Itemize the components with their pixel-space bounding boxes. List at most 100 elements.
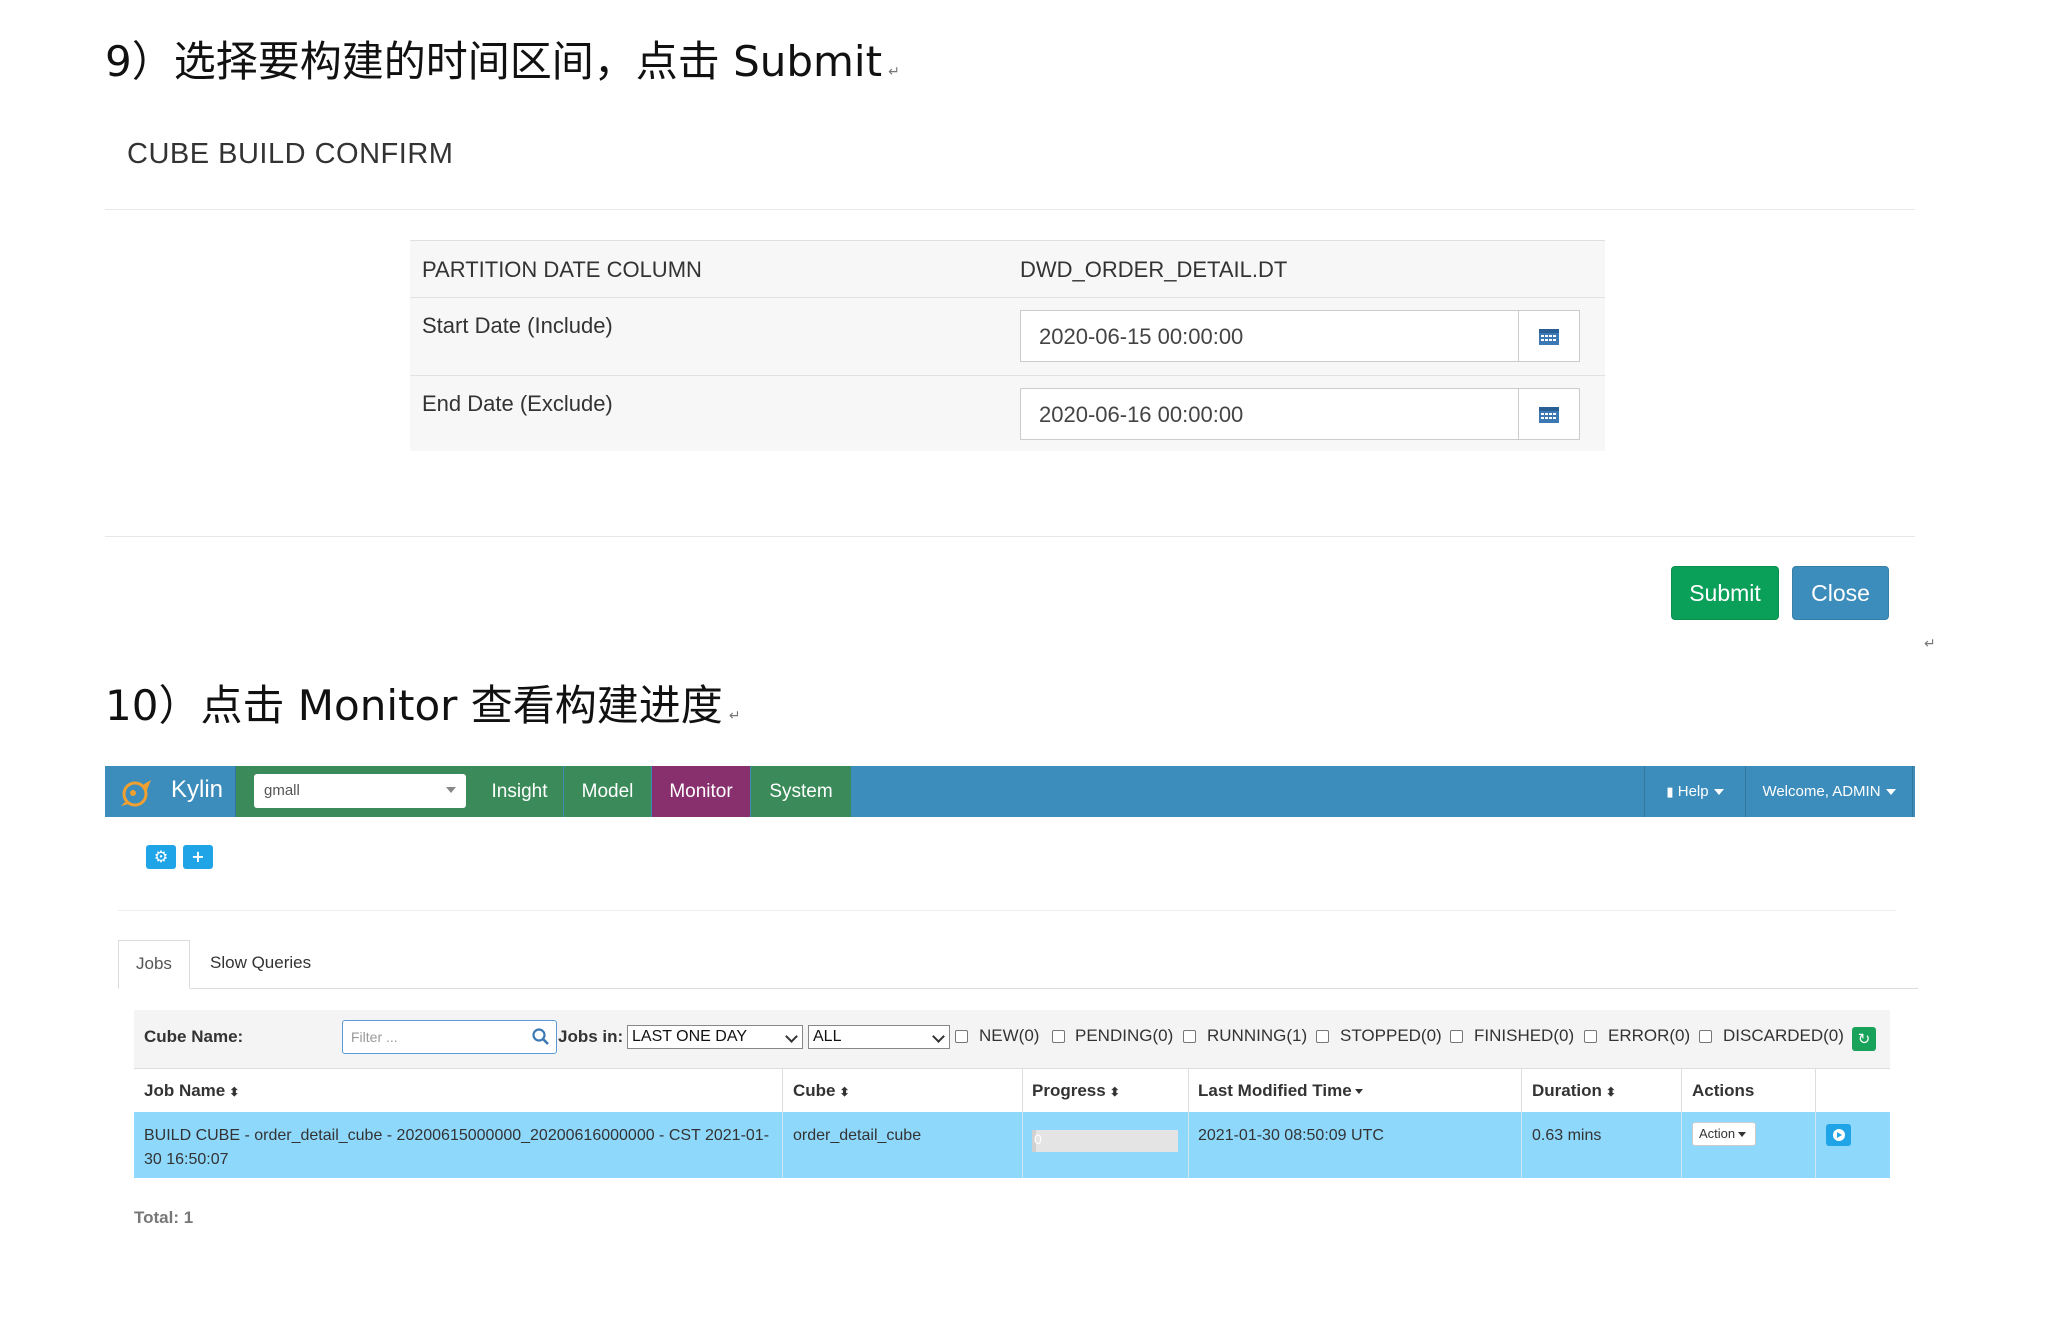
checkbox-finished-label: FINISHED(0) — [1474, 1026, 1575, 1045]
checkbox-running-label: RUNNING(1) — [1207, 1026, 1308, 1045]
column-divider — [1815, 1069, 1816, 1113]
modal-footer-divider — [105, 536, 1915, 537]
header-last-modified-label: Last Modified Time — [1198, 1081, 1352, 1100]
plus-icon: + — [191, 847, 205, 866]
header-job-name[interactable]: Job Name ⬍ — [144, 1081, 239, 1101]
nav-model[interactable]: Model — [564, 766, 651, 817]
step10-heading: 10）点击 Monitor 查看构建进度 ↵ — [105, 672, 741, 733]
row-divider — [410, 297, 1605, 298]
start-date-input[interactable]: 2020-06-15 00:00:00 — [1020, 310, 1580, 362]
chevron-down-icon — [785, 1030, 798, 1043]
nav-insight[interactable]: Insight — [476, 766, 563, 817]
checkbox-new-label: NEW(0) — [979, 1026, 1040, 1045]
partition-value: DWD_ORDER_DETAIL.DT — [1020, 257, 1288, 282]
kylin-logo-icon — [121, 780, 151, 807]
caret-down-icon — [1738, 1132, 1747, 1138]
project-value: gmall — [264, 782, 300, 799]
row-divider — [410, 375, 1605, 376]
sort-icon: ⬍ — [1605, 1085, 1616, 1099]
cube-filter-input[interactable]: Filter ... — [342, 1020, 557, 1054]
checkbox-new[interactable] — [955, 1030, 968, 1043]
status-value: ALL — [813, 1028, 842, 1045]
modal-title: CUBE BUILD CONFIRM — [127, 138, 454, 170]
header-actions: Actions — [1692, 1081, 1755, 1100]
header-cube-label: Cube — [793, 1081, 836, 1100]
checkbox-finished[interactable] — [1450, 1030, 1463, 1043]
last-modified-cell: 2021-01-30 08:50:09 UTC — [1198, 1127, 1384, 1144]
action-dropdown-button[interactable]: Action — [1692, 1122, 1756, 1146]
time-range-select[interactable]: LAST ONE DAY — [627, 1025, 803, 1049]
column-divider — [1188, 1112, 1189, 1178]
jobs-in-label: Jobs in: — [558, 1027, 624, 1046]
submit-button[interactable]: Submit — [1671, 566, 1779, 620]
tabs-baseline — [118, 988, 1918, 989]
checkbox-running[interactable] — [1183, 1030, 1196, 1043]
sort-desc-icon — [1354, 1089, 1363, 1095]
time-range-value: LAST ONE DAY — [632, 1028, 747, 1045]
step10-heading-text: 10）点击 Monitor 查看构建进度 — [105, 681, 723, 730]
partition-label: PARTITION DATE COLUMN — [422, 257, 702, 282]
close-button[interactable]: Close — [1792, 566, 1889, 620]
sort-icon: ⬍ — [839, 1085, 850, 1099]
header-job-name-label: Job Name — [144, 1081, 226, 1100]
gears-icon: ⚙ — [153, 847, 169, 866]
tab-slow-queries[interactable]: Slow Queries — [192, 940, 332, 988]
tab-jobs-label: Jobs — [136, 954, 172, 973]
header-duration-label: Duration — [1532, 1081, 1602, 1100]
book-icon: ▮ — [1666, 784, 1674, 799]
checkbox-pending[interactable] — [1052, 1030, 1065, 1043]
header-progress-label: Progress — [1032, 1081, 1106, 1100]
table-row[interactable]: BUILD CUBE - order_detail_cube - 2020061… — [134, 1112, 1890, 1178]
checkbox-error[interactable] — [1584, 1030, 1597, 1043]
progress-label: 0 — [1034, 1131, 1042, 1147]
column-divider — [1681, 1112, 1682, 1178]
step9-heading-text: 9）选择要构建的时间区间，点击 Submit — [105, 37, 883, 86]
start-date-value: 2020-06-15 00:00:00 — [1039, 324, 1244, 349]
cube-settings-button[interactable]: ⚙ — [146, 845, 176, 869]
jobs-filter-bar: Cube Name: Filter ... Jobs in: LAST ONE … — [134, 1010, 1890, 1068]
header-last-modified[interactable]: Last Modified Time — [1198, 1081, 1363, 1101]
checkbox-discarded[interactable] — [1699, 1030, 1712, 1043]
header-cube[interactable]: Cube ⬍ — [793, 1081, 850, 1101]
refresh-button[interactable]: ↻ — [1852, 1027, 1876, 1051]
tab-jobs[interactable]: Jobs — [118, 940, 190, 989]
header-duration[interactable]: Duration ⬍ — [1532, 1081, 1616, 1101]
refresh-icon: ↻ — [1857, 1030, 1871, 1048]
checkbox-stopped[interactable] — [1316, 1030, 1329, 1043]
search-icon — [532, 1028, 549, 1045]
welcome-label: Welcome, ADMIN — [1762, 783, 1881, 800]
column-divider — [1681, 1069, 1682, 1113]
step9-heading: 9）选择要构建的时间区间，点击 Submit ↵ — [105, 28, 900, 89]
project-select[interactable]: gmall — [254, 774, 466, 808]
chevron-down-icon — [932, 1030, 945, 1043]
job-detail-button[interactable] — [1826, 1124, 1851, 1146]
build-form-table: PARTITION DATE COLUMN DWD_ORDER_DETAIL.D… — [410, 240, 1605, 451]
help-menu[interactable]: ▮ Help — [1644, 766, 1745, 817]
end-date-input[interactable]: 2020-06-16 00:00:00 — [1020, 388, 1580, 440]
add-button[interactable]: + — [183, 845, 213, 869]
paragraph-mark: ↵ — [728, 708, 741, 724]
checkbox-stopped-label: STOPPED(0) — [1340, 1026, 1442, 1045]
calendar-icon — [1539, 407, 1559, 423]
nav-monitor[interactable]: Monitor — [652, 766, 750, 817]
table-header-row: Job Name ⬍ Cube ⬍ Progress ⬍ Last Modified … — [134, 1068, 1890, 1113]
calendar-icon — [1539, 329, 1559, 345]
start-date-label: Start Date (Include) — [422, 313, 613, 338]
job-name-cell: BUILD CUBE - order_detail_cube - 2020061… — [144, 1127, 770, 1168]
end-date-picker-button[interactable] — [1518, 389, 1579, 439]
project-selector-wrap: gmall — [236, 766, 476, 817]
checkbox-error-label: ERROR(0) — [1608, 1026, 1691, 1045]
nav-system[interactable]: System — [751, 766, 851, 817]
header-progress[interactable]: Progress ⬍ — [1032, 1081, 1120, 1101]
progress-bar: 0 — [1032, 1130, 1178, 1152]
column-divider — [1022, 1069, 1023, 1113]
paragraph-mark: ↵ — [888, 64, 900, 80]
kylin-brand[interactable]: Kylin — [105, 766, 236, 817]
filter-placeholder: Filter ... — [351, 1029, 398, 1045]
brand-name: Kylin — [171, 776, 224, 803]
status-select[interactable]: ALL — [808, 1025, 950, 1049]
column-divider — [1188, 1069, 1189, 1113]
user-menu[interactable]: Welcome, ADMIN — [1745, 766, 1913, 817]
start-date-picker-button[interactable] — [1518, 311, 1579, 361]
action-label: Action — [1699, 1126, 1736, 1141]
